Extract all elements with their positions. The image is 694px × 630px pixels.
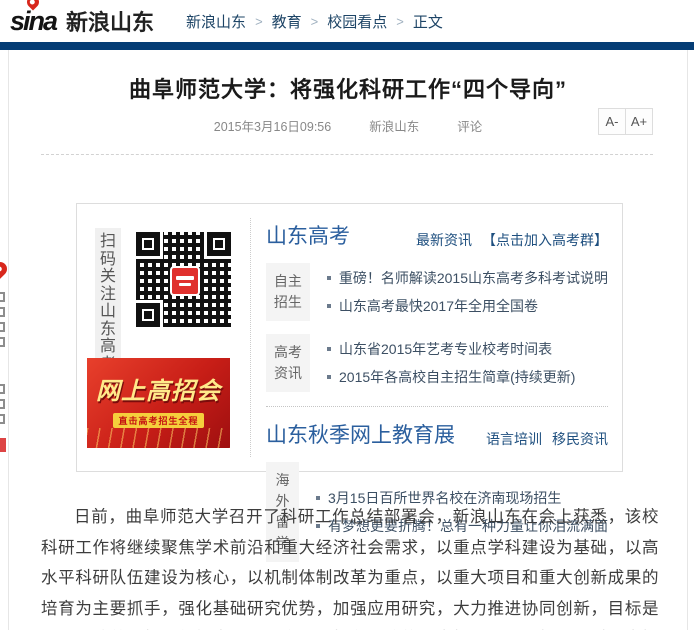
comments-link[interactable]: 评论 (457, 116, 482, 135)
article-meta: 2015年3月16日09:56 新浪山东 评论 (9, 116, 687, 135)
breadcrumb-item-home[interactable]: 新浪山东 (186, 11, 246, 32)
breadcrumb-item-article[interactable]: 正文 (413, 11, 443, 32)
left-float-sina-icon (0, 260, 8, 284)
news-link[interactable]: 2015年各高校自主招生简章(持续更新) (325, 363, 575, 391)
qr-center-logo (170, 266, 200, 296)
section-eduexpo-links: 语言培训 移民资讯 (486, 429, 608, 449)
latest-news-link[interactable]: 最新资讯 (416, 230, 472, 250)
join-group-link[interactable]: 【点击加入高考群】 (482, 230, 608, 250)
section-gaokao-header: 山东高考 最新资讯 【点击加入高考群】 (266, 220, 608, 250)
immigration-info-link[interactable]: 移民资讯 (552, 429, 608, 449)
font-larger-button[interactable]: A+ (625, 108, 653, 135)
qr-code (132, 228, 235, 331)
qr-finder-icon (207, 232, 231, 256)
row-items: 重磅！名师解读2015山东高考多科考试说明 山东高考最快2017年全用全国卷 (325, 263, 608, 321)
qr-finder-icon (136, 303, 160, 327)
left-float-qr-fragment (0, 438, 8, 456)
breadcrumb-item-campus[interactable]: 校园看点 (327, 11, 387, 32)
gaozhaohui-banner[interactable]: 网上高招会 直击高考招生全程 (87, 358, 230, 448)
row-label-zixun: 高考资讯 (266, 334, 310, 392)
breadcrumb-separator: > (396, 14, 404, 29)
banner-subtitle: 直击高考招生全程 (113, 413, 203, 428)
article-source: 新浪山东 (369, 116, 419, 135)
row-label-zizhu: 自主招生 (266, 263, 310, 321)
breadcrumb-separator: > (311, 14, 319, 29)
bullet-icon (327, 304, 331, 308)
bullet-icon (316, 496, 320, 500)
site-region-name: 新浪山东 (66, 5, 154, 37)
section-gaokao-title[interactable]: 山东高考 (266, 220, 350, 250)
page: sina 新浪山东 新浪山东 > 教育 > 校园看点 > 正文 曲阜师范大学：将… (0, 0, 694, 630)
breadcrumb-separator: > (255, 14, 263, 29)
title-divider (41, 154, 653, 155)
breadcrumb-item-education[interactable]: 教育 (272, 11, 302, 32)
promo-vertical-divider (250, 218, 251, 457)
banner-title: 网上高招会 (87, 371, 230, 406)
breadcrumb: 新浪山东 > 教育 > 校园看点 > 正文 (186, 11, 443, 32)
publish-date: 2015年3月16日09:56 (214, 116, 331, 135)
header-divider-bar (0, 42, 694, 50)
site-header: sina 新浪山东 新浪山东 > 教育 > 校园看点 > 正文 (0, 0, 694, 42)
section-eduexpo-header: 山东秋季网上教育展 语言培训 移民资讯 (266, 419, 608, 449)
left-float-widget-fragment (0, 292, 8, 354)
sina-wordmark: sina (10, 6, 56, 37)
font-size-controls: A- A+ (598, 108, 653, 135)
content-panel: 曲阜师范大学：将强化科研工作“四个导向” 2015年3月16日09:56 新浪山… (8, 50, 688, 630)
promo-row-zixun: 高考资讯 山东省2015年艺考专业校考时间表 2015年各高校自主招生简章(持续… (266, 334, 608, 392)
promo-horizontal-divider (266, 406, 608, 407)
banner-track-decoration (87, 428, 230, 448)
gaokao-promo-box: 扫码关注山东高考 网上高招会 直击高考招生全程 山东高考 最新资讯 【点击加 (76, 203, 623, 472)
section-gaokao-links: 最新资讯 【点击加入高考群】 (416, 230, 608, 250)
news-link[interactable]: 山东省2015年艺考专业校考时间表 (325, 335, 575, 363)
promo-row-zizhu: 自主招生 重磅！名师解读2015山东高考多科考试说明 山东高考最快2017年全用… (266, 263, 608, 321)
sina-logo[interactable]: sina 新浪山东 (10, 5, 154, 37)
font-smaller-button[interactable]: A- (598, 108, 626, 135)
bullet-icon (327, 276, 331, 280)
page-title: 曲阜师范大学：将强化科研工作“四个导向” (9, 72, 687, 104)
qr-caption: 扫码关注山东高考 (95, 228, 121, 378)
row-items: 山东省2015年艺考专业校考时间表 2015年各高校自主招生简章(持续更新) (325, 334, 575, 392)
article-paragraph: 日前，曲阜师范大学召开了科研工作总结部署会，新浪山东在会上获悉，该校科研工作将继… (41, 502, 659, 630)
left-float-widget-fragment (0, 384, 8, 440)
qr-finder-icon (136, 232, 160, 256)
section-eduexpo-title[interactable]: 山东秋季网上教育展 (266, 419, 455, 449)
news-link[interactable]: 重磅！名师解读2015山东高考多科考试说明 (325, 264, 608, 292)
language-training-link[interactable]: 语言培训 (486, 429, 542, 449)
bullet-icon (327, 375, 331, 379)
bullet-icon (327, 347, 331, 351)
news-link[interactable]: 山东高考最快2017年全用全国卷 (325, 292, 608, 320)
